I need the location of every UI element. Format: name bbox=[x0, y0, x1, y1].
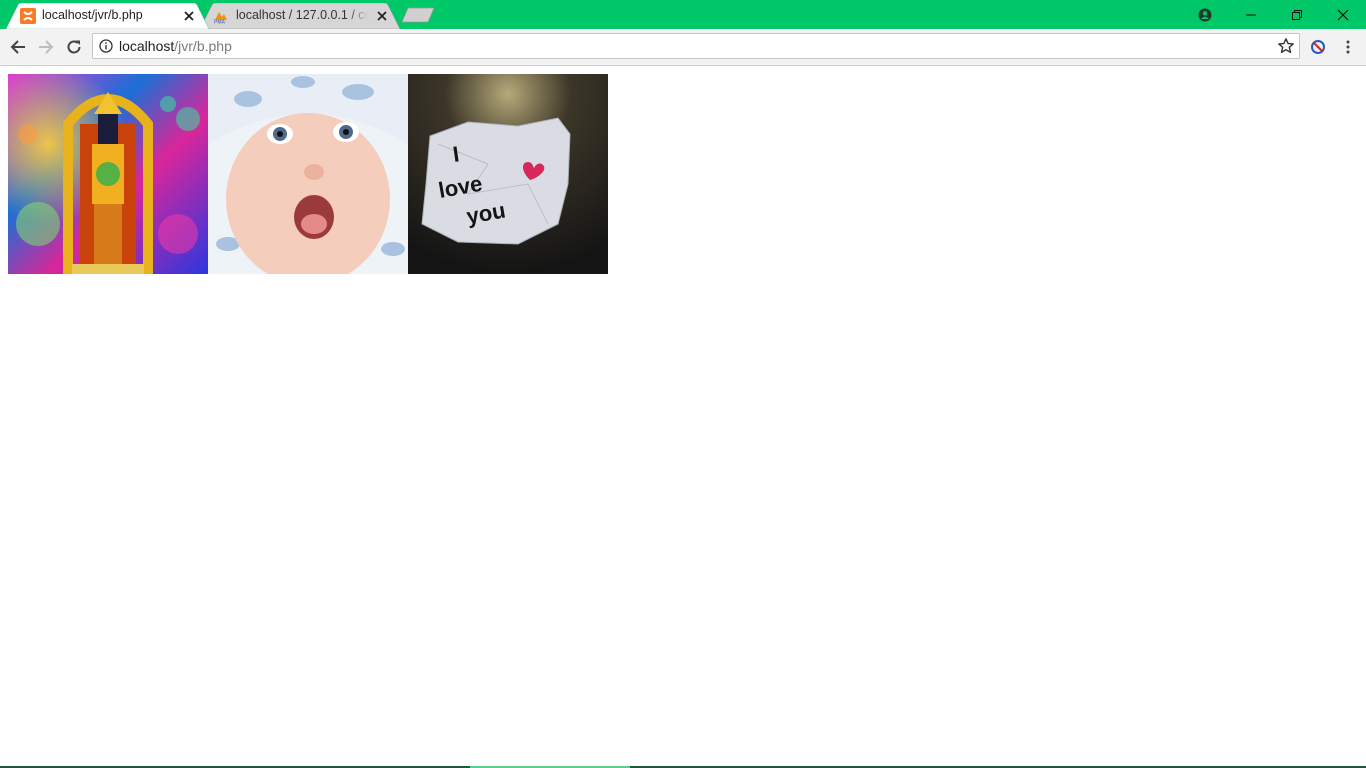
deity-image bbox=[8, 74, 208, 274]
phpmyadmin-icon: PMA bbox=[214, 12, 227, 25]
kebab-menu-icon bbox=[1346, 40, 1350, 54]
page-content: I love you bbox=[0, 66, 1366, 768]
block-icon bbox=[1311, 40, 1325, 54]
forward-button[interactable] bbox=[35, 36, 57, 58]
close-window-button[interactable] bbox=[1320, 0, 1366, 29]
minimize-button[interactable] bbox=[1228, 0, 1274, 29]
url-path: /jvr/b.php bbox=[174, 38, 232, 54]
tab-title: localhost / 127.0.0.1 / coc bbox=[236, 8, 368, 22]
browser-toolbar: localhost/jvr/b.php bbox=[0, 29, 1366, 66]
image-gallery: I love you bbox=[8, 74, 608, 274]
tab-b-php[interactable]: localhost/jvr/b.php bbox=[6, 3, 209, 29]
love-note-image: I love you bbox=[408, 74, 608, 274]
browser-title-bar: PMA localhost / 127.0.0.1 / coc localhos… bbox=[0, 0, 1366, 29]
close-icon[interactable] bbox=[374, 8, 390, 24]
url-host: localhost bbox=[119, 38, 175, 54]
restore-icon bbox=[1292, 9, 1302, 20]
profile-button[interactable] bbox=[1182, 0, 1228, 29]
close-icon bbox=[1337, 9, 1349, 20]
reload-button[interactable] bbox=[63, 36, 85, 58]
bookmark-star-icon[interactable] bbox=[1277, 37, 1295, 55]
back-arrow-icon bbox=[10, 40, 25, 54]
new-tab-button[interactable] bbox=[400, 7, 436, 23]
xampp-icon bbox=[20, 8, 36, 24]
menu-button[interactable] bbox=[1337, 36, 1359, 58]
extension-button[interactable] bbox=[1307, 36, 1329, 58]
svg-text:PMA: PMA bbox=[214, 20, 226, 25]
url-text[interactable]: localhost/jvr/b.php bbox=[119, 38, 232, 54]
minimize-icon bbox=[1246, 14, 1256, 15]
forward-arrow-icon bbox=[39, 40, 54, 54]
address-bar[interactable]: localhost/jvr/b.php bbox=[92, 33, 1300, 59]
profile-icon bbox=[1198, 8, 1212, 21]
back-button[interactable] bbox=[7, 36, 29, 58]
tab-phpmyadmin[interactable]: PMA localhost / 127.0.0.1 / coc bbox=[200, 3, 400, 29]
reload-icon bbox=[67, 40, 81, 54]
info-icon[interactable] bbox=[99, 39, 113, 53]
tab-title: localhost/jvr/b.php bbox=[42, 8, 143, 22]
baby-image bbox=[208, 74, 408, 274]
restore-button[interactable] bbox=[1274, 0, 1320, 29]
close-icon[interactable] bbox=[181, 8, 197, 24]
